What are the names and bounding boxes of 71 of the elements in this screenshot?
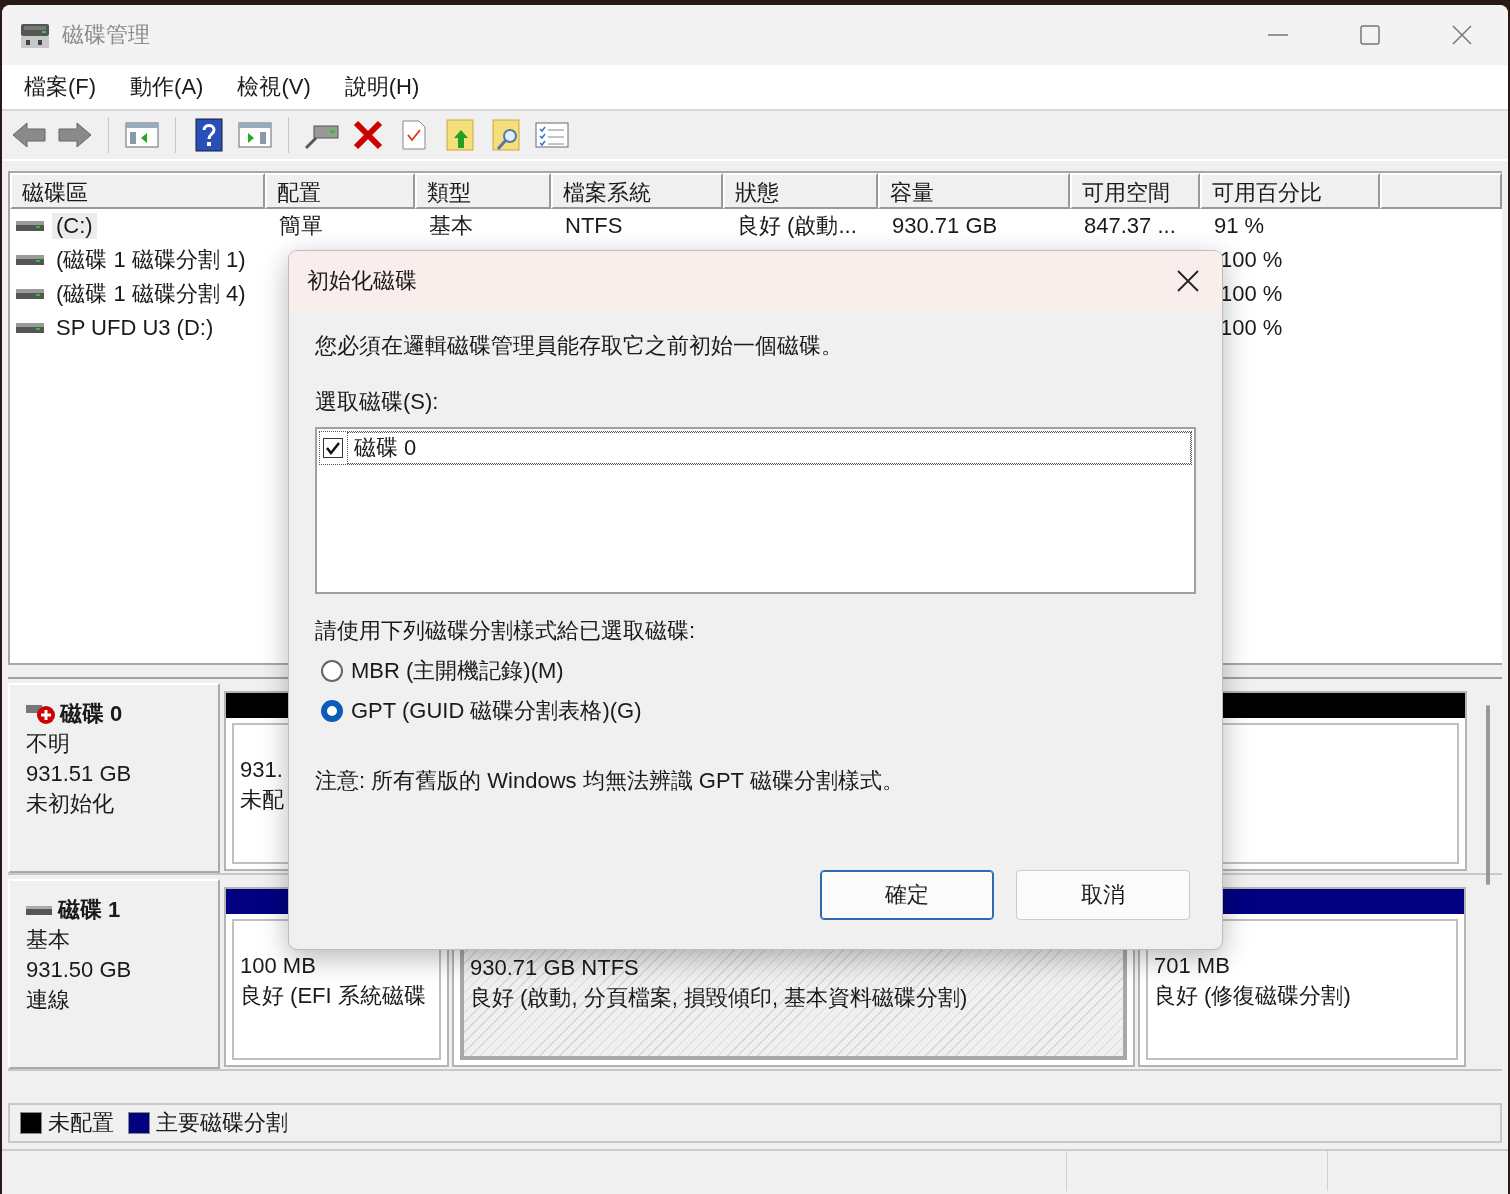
radio-label[interactable]: GPT (GUID 磁碟分割表格)(G): [351, 696, 642, 726]
column-header[interactable]: 容量: [878, 173, 1070, 209]
scrollbar-thumb[interactable]: [1486, 705, 1490, 885]
menu-item[interactable]: 動作(A): [116, 68, 218, 106]
drive-icon: [16, 322, 44, 334]
volume-name[interactable]: (C:): [52, 213, 97, 239]
legend-label: 主要磁碟分割: [156, 1109, 288, 1137]
column-header[interactable]: 磁碟區: [10, 173, 265, 209]
volume-name[interactable]: (磁碟 1 磁碟分割 4): [52, 279, 250, 309]
table-cell: 930.71 GB: [892, 213, 998, 239]
volume-name[interactable]: (磁碟 1 磁碟分割 1): [52, 245, 250, 275]
column-header[interactable]: 可用百分比: [1200, 173, 1380, 209]
legend-label: 未配置: [48, 1109, 114, 1137]
window-title: 磁碟管理: [62, 21, 151, 49]
column-header[interactable]: 可用空間: [1070, 173, 1200, 209]
list-item[interactable]: 磁碟 0: [347, 432, 1191, 464]
partition-text: 良好 (修復磁碟分割): [1154, 982, 1351, 1010]
table-cell: 847.37 ...: [1084, 213, 1176, 239]
close-icon: [1452, 25, 1472, 45]
disk-label-panel[interactable]: 磁碟 1 基本 931.50 GB 連線: [8, 879, 220, 1069]
partition-text: 未配: [240, 786, 284, 814]
close-icon: [1177, 270, 1199, 292]
radio-button[interactable]: [321, 700, 343, 722]
column-header[interactable]: 配置: [265, 173, 415, 209]
table-cell: 100 %: [1220, 247, 1283, 273]
drive-icon: [16, 254, 44, 266]
menu-item[interactable]: 檔案(F): [10, 68, 111, 106]
dialog-note: 注意: 所有舊版的 Windows 均無法辨識 GPT 磁碟分割樣式。: [315, 767, 905, 795]
partition-text: 良好 (啟動, 分頁檔案, 損毀傾印, 基本資料磁碟分割): [470, 984, 968, 1012]
table-cell-text: 基本: [429, 212, 473, 240]
column-header[interactable]: 類型: [415, 173, 551, 209]
partition-text: 701 MB: [1154, 952, 1230, 980]
partition-text: 100 MB: [240, 952, 316, 980]
table-cell: 100 %: [1220, 281, 1283, 307]
maximize-icon: [1360, 25, 1380, 45]
dialog-message: 您必須在邏輯磁碟管理員能存取它之前初始一個磁碟。: [315, 332, 844, 360]
partition-text: 930.71 GB NTFS: [470, 954, 639, 982]
disk-name: 磁碟 0: [60, 700, 123, 728]
radio-label[interactable]: MBR (主開機記錄)(M): [351, 656, 564, 686]
disk-label-panel[interactable]: 磁碟 0 不明 931.51 GB 未初始化: [8, 683, 220, 873]
disk-info: 未初始化: [26, 790, 115, 818]
disk-info: 不明: [26, 730, 71, 758]
checkbox[interactable]: [323, 438, 343, 458]
partition-text: 931.: [240, 756, 283, 784]
disk-name: 磁碟 1: [58, 896, 121, 924]
table-cell: NTFS: [565, 213, 623, 239]
field-label: 選取磁碟(S):: [315, 388, 440, 416]
drive-icon: [16, 220, 44, 232]
disk-info: 931.51 GB: [26, 760, 133, 788]
partition-box[interactable]: 701 MB 良好 (修復磁碟分割): [1146, 919, 1458, 1060]
dialog-title: 初始化磁碟: [307, 267, 418, 295]
column-header[interactable]: 狀態: [723, 173, 878, 209]
disk-info: 連線: [26, 986, 71, 1014]
table-cell: 91 %: [1214, 213, 1265, 239]
menu-item[interactable]: 檢視(V): [223, 68, 325, 106]
table-cell-text: 簡單: [279, 212, 323, 240]
disk-list[interactable]: 磁碟 0: [315, 427, 1196, 594]
partition-text: 良好 (EFI 系統磁碟: [240, 982, 426, 1010]
cancel-button[interactable]: 取消: [1016, 870, 1190, 920]
radio-button[interactable]: [321, 660, 343, 682]
minimize-icon: [1268, 34, 1288, 36]
field-label: 請使用下列磁碟分割樣式給已選取磁碟:: [315, 617, 697, 645]
column-header[interactable]: 檔案系統: [551, 173, 723, 209]
ok-button[interactable]: 確定: [820, 870, 994, 920]
menu-item[interactable]: 說明(H): [330, 68, 434, 106]
drive-icon: [16, 288, 44, 300]
volume-name[interactable]: SP UFD U3 (D:): [52, 315, 218, 341]
table-cell-text: 良好 (啟動...: [737, 212, 857, 240]
disk-info: 基本: [26, 926, 71, 954]
disk-info: 931.50 GB: [26, 956, 133, 984]
table-cell: 100 %: [1220, 315, 1283, 341]
